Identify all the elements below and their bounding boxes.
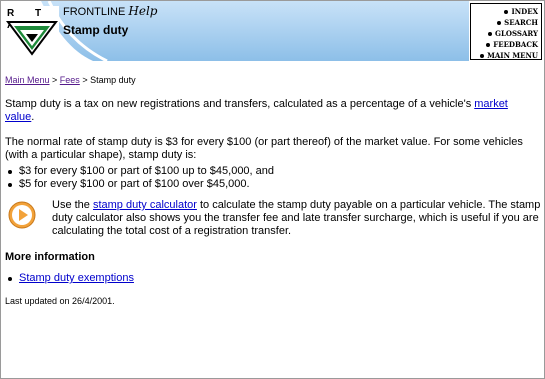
nav-feedback-link[interactable]: FEEDBACK: [486, 40, 538, 49]
intro-end: .: [31, 111, 35, 123]
brand-title: FRONTLINE Help: [63, 4, 158, 19]
rta-logo-icon: [6, 21, 58, 56]
calculator-section: Use the stamp duty calculator to calcula…: [5, 199, 540, 239]
bullet-icon: [488, 32, 493, 36]
list-item: $5 for every $100 or part of $100 over $…: [8, 178, 540, 191]
breadcrumb-main-menu-link[interactable]: Main Menu: [5, 75, 50, 85]
calculator-pre: Use the: [52, 199, 93, 211]
page-header: R T A FRONTLINE Help Stamp duty INDEX SE…: [1, 1, 544, 61]
breadcrumb-fees-link[interactable]: Fees: [60, 75, 80, 85]
bullet-icon: [486, 43, 491, 47]
intro-text: Stamp duty is a tax on new registrations…: [5, 98, 475, 110]
brand-help: Help: [128, 4, 158, 18]
bullet-icon: [504, 10, 509, 14]
rate-paragraph: The normal rate of stamp duty is $3 for …: [5, 136, 523, 161]
nav-glossary-link[interactable]: GLOSSARY: [488, 29, 538, 38]
more-information-heading: More information: [5, 251, 95, 263]
bullet-icon: [497, 21, 502, 25]
header-nav-menu: INDEX SEARCH GLOSSARY FEEDBACK MAIN MENU: [470, 3, 542, 60]
list-item: Stamp duty exemptions: [8, 272, 540, 285]
breadcrumb-current: Stamp duty: [90, 75, 136, 85]
breadcrumb: Main Menu > Fees > Stamp duty: [5, 74, 540, 86]
nav-index-link[interactable]: INDEX: [504, 7, 538, 16]
last-updated: Last updated on 26/4/2001.: [5, 296, 115, 306]
list-item: $3 for every $100 or part of $100 up to …: [8, 165, 540, 178]
nav-feedback-label: FEEDBACK: [493, 40, 538, 49]
play-icon[interactable]: [8, 201, 36, 229]
brand-name: FRONTLINE: [63, 6, 126, 18]
rta-logo[interactable]: R T A: [5, 6, 59, 58]
nav-main-menu-label: MAIN MENU: [487, 51, 538, 60]
nav-index-label: INDEX: [511, 7, 538, 16]
main-content: Main Menu > Fees > Stamp duty Stamp duty…: [5, 74, 540, 308]
nav-search-link[interactable]: SEARCH: [497, 18, 538, 27]
nav-glossary-label: GLOSSARY: [495, 29, 538, 38]
intro-paragraph: Stamp duty is a tax on new registrations…: [5, 98, 540, 124]
header-title-area: FRONTLINE Help Stamp duty: [63, 4, 158, 38]
stamp-duty-exemptions-link[interactable]: Stamp duty exemptions: [19, 272, 134, 284]
nav-main-menu-link[interactable]: MAIN MENU: [480, 51, 538, 60]
rate-list: $3 for every $100 or part of $100 up to …: [5, 165, 540, 191]
nav-search-label: SEARCH: [504, 18, 538, 27]
breadcrumb-separator: >: [49, 75, 60, 85]
calculator-text: Use the stamp duty calculator to calcula…: [52, 199, 542, 238]
breadcrumb-separator: >: [79, 75, 91, 85]
bullet-icon: [480, 54, 485, 58]
more-information-list: Stamp duty exemptions: [5, 272, 540, 285]
page-title: Stamp duty: [63, 23, 129, 37]
stamp-duty-calculator-link[interactable]: stamp duty calculator: [93, 199, 197, 211]
